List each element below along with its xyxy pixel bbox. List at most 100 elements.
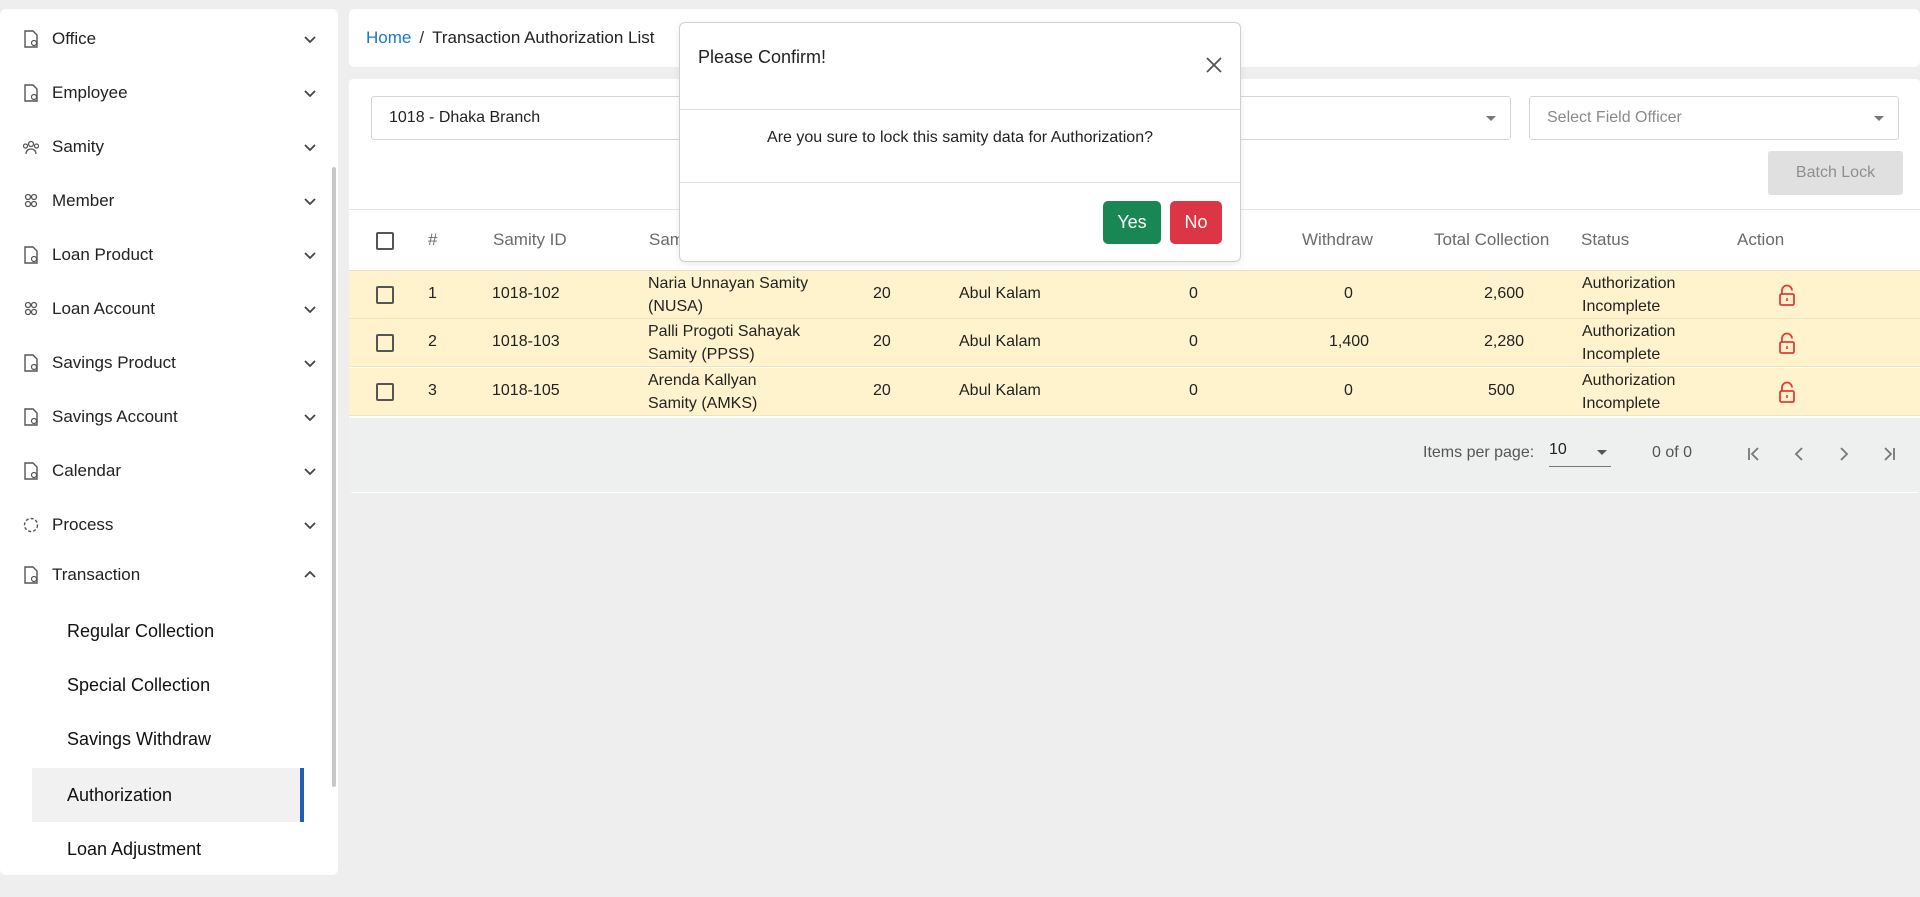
dialog-divider bbox=[680, 109, 1240, 110]
header-samity-id[interactable]: Samity ID bbox=[493, 230, 567, 250]
sidebar-item-label: Member bbox=[52, 191, 115, 210]
table-row[interactable]: 1 1018-102 Naria Unnayan Samity (NUSA) 20… bbox=[349, 271, 1920, 319]
chevron-down-icon bbox=[304, 198, 316, 206]
sidebar-item-label: Employee bbox=[52, 83, 128, 102]
sidebar-item-member[interactable]: Member bbox=[0, 174, 330, 228]
sidebar-item-label: Office bbox=[52, 29, 97, 48]
row-value: 0 bbox=[1189, 382, 1198, 399]
group-icon bbox=[22, 138, 40, 156]
chevron-up-icon bbox=[304, 570, 316, 578]
batch-lock-button[interactable]: Batch Lock bbox=[1768, 151, 1903, 195]
paginator: Items per page: 10 0 of 0 bbox=[349, 418, 1920, 492]
process-icon bbox=[22, 516, 40, 534]
row-count: 20 bbox=[873, 382, 891, 399]
breadcrumb-home-link[interactable]: Home bbox=[366, 28, 411, 48]
chevron-down-icon bbox=[304, 414, 316, 422]
sidebar-item-employee[interactable]: Employee bbox=[0, 66, 330, 120]
row-status-line1: Authorization bbox=[1582, 275, 1676, 292]
sidebar-item-label: Calendar bbox=[52, 461, 121, 480]
sidebar-item-label: Loan Product bbox=[52, 245, 154, 264]
caret-down-icon bbox=[1874, 116, 1884, 121]
table-row[interactable]: 2 1018-103 Palli Progoti Sahayak Samity (… bbox=[349, 319, 1920, 367]
field-officer-select[interactable]: Select Field Officer bbox=[1529, 96, 1899, 140]
breadcrumb: Home / Transaction Authorization List bbox=[366, 28, 654, 48]
chevron-down-icon bbox=[304, 90, 316, 98]
branch-select-value: 1018 - Dhaka Branch bbox=[389, 109, 541, 126]
document-gear-icon bbox=[22, 566, 40, 584]
row-status-line2: Incomplete bbox=[1582, 346, 1661, 363]
branch-select[interactable]: 1018 - Dhaka Branch bbox=[371, 96, 691, 140]
sidebar-item-label: Savings Product bbox=[52, 353, 176, 372]
samity-select[interactable] bbox=[1230, 96, 1511, 140]
no-button[interactable]: No bbox=[1170, 201, 1222, 244]
row-field-officer: Abul Kalam bbox=[959, 382, 1041, 399]
sidebar-item-loan-account[interactable]: Loan Account bbox=[0, 282, 330, 336]
sidebar-item-process[interactable]: Process bbox=[0, 498, 330, 552]
sidebar-item-savings-product[interactable]: Savings Product bbox=[0, 336, 330, 390]
lock-icon[interactable] bbox=[1777, 332, 1797, 354]
row-status-line2: Incomplete bbox=[1582, 395, 1661, 412]
document-gear-icon bbox=[22, 30, 40, 48]
row-checkbox[interactable] bbox=[376, 286, 394, 304]
sidebar-subitem-savings-withdraw[interactable]: Savings Withdraw bbox=[32, 712, 304, 766]
next-page-button[interactable] bbox=[1830, 440, 1858, 468]
document-gear-icon bbox=[22, 84, 40, 102]
page-size-select[interactable]: 10 bbox=[1549, 441, 1611, 467]
row-samity-id: 1018-102 bbox=[492, 285, 560, 302]
row-samity-id: 1018-105 bbox=[492, 382, 560, 399]
sidebar-item-savings-account[interactable]: Savings Account bbox=[0, 390, 330, 444]
row-num: 2 bbox=[428, 333, 437, 350]
people-icon bbox=[22, 192, 40, 210]
chevron-down-icon bbox=[304, 360, 316, 368]
row-checkbox[interactable] bbox=[376, 334, 394, 352]
people-icon bbox=[22, 300, 40, 318]
row-status: Authorization Incomplete bbox=[1582, 272, 1675, 318]
header-total-collection[interactable]: Total Collection bbox=[1434, 230, 1549, 250]
breadcrumb-separator: / bbox=[419, 28, 425, 47]
header-action: Action bbox=[1737, 230, 1785, 249]
row-value: 0 bbox=[1189, 285, 1198, 302]
prev-page-button[interactable] bbox=[1785, 440, 1813, 468]
header-num: # bbox=[428, 230, 438, 249]
sidebar-scrollbar[interactable] bbox=[332, 167, 336, 787]
header-withdraw[interactable]: Withdraw bbox=[1302, 230, 1373, 250]
sidebar-item-transaction[interactable]: Transaction bbox=[0, 548, 330, 602]
sidebar-subitem-loan-adjustment[interactable]: Loan Adjustment bbox=[32, 822, 304, 875]
sidebar-item-label: Transaction bbox=[52, 565, 141, 584]
row-status: Authorization Incomplete bbox=[1582, 369, 1675, 415]
select-all-checkbox[interactable] bbox=[376, 232, 394, 250]
row-num: 3 bbox=[428, 382, 437, 399]
row-total-collection: 500 bbox=[1488, 382, 1515, 399]
row-samity-name-line1: Palli Progoti Sahayak bbox=[648, 323, 801, 340]
sidebar-subitem-special-collection[interactable]: Special Collection bbox=[32, 658, 304, 712]
last-page-button[interactable] bbox=[1875, 440, 1903, 468]
header-status[interactable]: Status bbox=[1581, 230, 1629, 250]
row-withdraw: 0 bbox=[1344, 382, 1353, 399]
sidebar-item-loan-product[interactable]: Loan Product bbox=[0, 228, 330, 282]
row-samity-name-line2: Samity (AMKS) bbox=[648, 395, 758, 412]
lock-icon[interactable] bbox=[1777, 381, 1797, 403]
row-withdraw: 0 bbox=[1344, 285, 1353, 302]
sidebar-item-office[interactable]: Office bbox=[0, 12, 330, 66]
row-samity-name-line1: Arenda Kallyan bbox=[648, 372, 757, 389]
close-icon[interactable] bbox=[1204, 55, 1224, 75]
sidebar-item-samity[interactable]: Samity bbox=[0, 120, 330, 174]
lock-icon[interactable] bbox=[1777, 284, 1797, 306]
sidebar-item-label: Loan Account bbox=[52, 299, 156, 318]
table-row[interactable]: 3 1018-105 Arenda Kallyan Samity (AMKS) 2… bbox=[349, 368, 1920, 416]
caret-down-icon bbox=[1597, 450, 1607, 455]
row-checkbox[interactable] bbox=[376, 383, 394, 401]
row-field-officer: Abul Kalam bbox=[959, 333, 1041, 350]
sidebar-item-calendar[interactable]: Calendar bbox=[0, 444, 330, 498]
chevron-down-icon bbox=[304, 36, 316, 44]
first-page-button[interactable] bbox=[1740, 440, 1768, 468]
document-gear-icon bbox=[22, 408, 40, 426]
row-status-line2: Incomplete bbox=[1582, 298, 1661, 315]
row-status-line1: Authorization bbox=[1582, 323, 1676, 340]
field-officer-placeholder: Select Field Officer bbox=[1547, 109, 1682, 126]
row-total-collection: 2,280 bbox=[1484, 333, 1525, 350]
row-num: 1 bbox=[428, 285, 437, 302]
sidebar-subitem-regular-collection[interactable]: Regular Collection bbox=[32, 604, 304, 658]
yes-button[interactable]: Yes bbox=[1103, 201, 1161, 244]
sidebar-subitem-authorization[interactable]: Authorization bbox=[32, 768, 304, 822]
